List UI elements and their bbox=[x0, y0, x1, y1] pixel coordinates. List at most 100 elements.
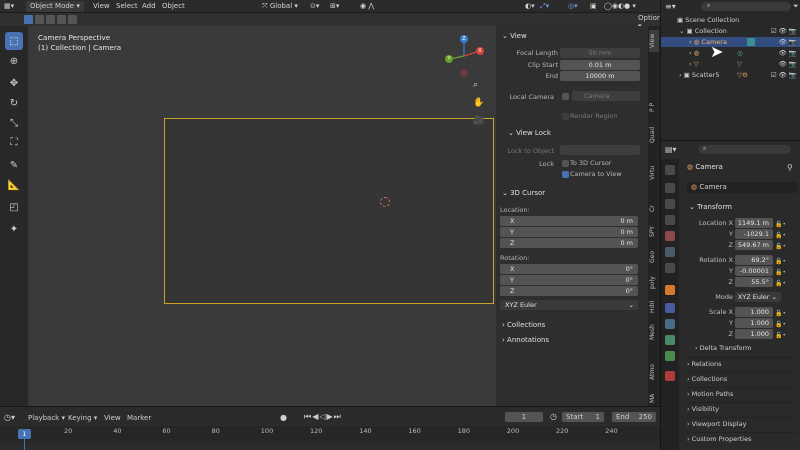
scene-tab-icon[interactable] bbox=[665, 231, 675, 241]
rotation-mode-dropdown[interactable]: XYZ Euler ⌄ bbox=[735, 292, 781, 302]
snap-icon[interactable]: ⊞▾ bbox=[330, 2, 339, 10]
object-name-field[interactable]: ◍ Camera bbox=[687, 182, 797, 193]
tab-poly[interactable]: poly bbox=[649, 274, 659, 292]
gizmo-toggle-icon[interactable]: ⤢▾ bbox=[540, 2, 549, 11]
navigation-gizmo[interactable]: Z X Y bbox=[442, 33, 488, 79]
move-tool-icon[interactable]: ✥ bbox=[5, 74, 23, 92]
tab-hdri[interactable]: Hdri bbox=[649, 298, 659, 316]
tab-atmo[interactable]: Atmo bbox=[649, 362, 659, 382]
collections-section-header[interactable]: › Collections bbox=[502, 321, 545, 329]
scale-tool-icon[interactable]: ⤡ bbox=[5, 114, 23, 132]
view-section-header[interactable]: ⌄ View bbox=[502, 32, 527, 40]
clip-end-field[interactable]: 10000 m bbox=[560, 71, 640, 81]
select-box-tool-icon[interactable]: ⬚ bbox=[5, 32, 23, 50]
mesh-data-icon[interactable]: ▽ bbox=[737, 59, 742, 69]
scale-x-field[interactable]: 1.000 bbox=[735, 307, 773, 317]
visibility-icon[interactable]: ◐▾ bbox=[525, 2, 535, 10]
menu-playback[interactable]: Playback ▾ bbox=[28, 414, 65, 422]
physics-tab-icon[interactable] bbox=[665, 319, 675, 329]
pin-icon[interactable]: ⚲ bbox=[787, 163, 793, 172]
outliner-camera[interactable]: › ◍ Camera 👁 📷 bbox=[661, 37, 800, 47]
shading-modes-icon[interactable]: ◯◉◐● ▾ bbox=[604, 2, 636, 10]
playhead[interactable]: 1 bbox=[18, 429, 31, 439]
measure-tool-icon[interactable]: 📐 bbox=[5, 176, 23, 194]
outliner-search-input[interactable]: ⌕ bbox=[701, 2, 791, 11]
cursor-location-z-field[interactable]: Z 0 m bbox=[500, 238, 638, 248]
rotation-lock-keyframe-icons[interactable]: 🔓• 🔓• 🔓• bbox=[775, 256, 786, 289]
visibility-section[interactable]: › Visibility bbox=[687, 402, 797, 415]
tab-cr[interactable]: Cr bbox=[649, 202, 659, 216]
location-y-field[interactable]: -1029.1 bbox=[735, 229, 773, 239]
timeline-editor-icon[interactable]: ◷▾ bbox=[4, 413, 15, 422]
menu-marker[interactable]: Marker bbox=[127, 414, 151, 422]
outliner-object-3[interactable]: › ▽ ▽ 👁 📷 bbox=[661, 59, 800, 69]
playback-controls-icon[interactable]: ⏮◀◁▶⏭ bbox=[304, 412, 342, 422]
tab-ma[interactable]: MA bbox=[649, 392, 659, 404]
editor-type-icon[interactable]: ▦▾ bbox=[4, 2, 14, 10]
gizmo-x-icon[interactable]: X bbox=[476, 47, 484, 55]
annotations-section-header[interactable]: › Annotations bbox=[502, 336, 549, 344]
to-3d-cursor-checkbox[interactable] bbox=[562, 160, 569, 167]
scale-y-field[interactable]: 1.000 bbox=[735, 318, 773, 328]
location-z-field[interactable]: 549.67 m bbox=[735, 240, 773, 250]
object-tab-icon[interactable] bbox=[665, 285, 675, 295]
rotation-x-field[interactable]: 69.2° bbox=[735, 255, 773, 265]
clock-icon[interactable]: ◷ bbox=[550, 412, 557, 421]
end-frame-field[interactable]: End 250 bbox=[612, 412, 656, 422]
tab-geo[interactable]: Geo bbox=[649, 248, 659, 266]
cursor-rotation-z-field[interactable]: Z 0° bbox=[500, 286, 638, 296]
constraints-tab-icon[interactable] bbox=[665, 335, 675, 345]
tab-virtu[interactable]: Virtu bbox=[649, 162, 659, 184]
orientation-dropdown[interactable]: ⤧ Global ▾ bbox=[262, 2, 298, 11]
xray-icon[interactable]: ▣ bbox=[590, 2, 597, 10]
rotate-tool-icon[interactable]: ↻ bbox=[5, 94, 23, 112]
collections-section[interactable]: › Collections bbox=[687, 372, 797, 385]
object-data-tab-icon[interactable] bbox=[665, 351, 675, 361]
3d-viewport[interactable] bbox=[28, 26, 496, 406]
3d-cursor-section-header[interactable]: ⌄ 3D Cursor bbox=[502, 189, 545, 197]
world-tab-icon[interactable] bbox=[665, 247, 675, 257]
local-camera-field[interactable]: Camera bbox=[572, 91, 640, 101]
select-new-icon[interactable] bbox=[24, 15, 33, 24]
tab-view[interactable]: View bbox=[649, 30, 659, 52]
gizmo-y-icon[interactable]: Y bbox=[445, 55, 453, 63]
extra-tool-icon[interactable]: ✦ bbox=[5, 220, 23, 238]
transform-section-header[interactable]: ⌄ Transform bbox=[689, 203, 732, 211]
lock-to-object-field[interactable] bbox=[560, 145, 640, 155]
tab-quad[interactable]: Quad bbox=[649, 124, 659, 146]
outliner-scene-collection[interactable]: ▣ Scene Collection bbox=[661, 15, 800, 25]
menu-view[interactable]: View bbox=[93, 2, 110, 10]
annotate-tool-icon[interactable]: ✎ bbox=[5, 156, 23, 174]
properties-search-input[interactable]: ⌕ bbox=[699, 145, 791, 154]
outliner-scatter[interactable]: › ▣ Scatter5 ▽⚙ ☑ 👁 📷 bbox=[661, 70, 800, 80]
object-2-visibility-icons[interactable]: 👁 📷 bbox=[779, 48, 797, 58]
scatter-visibility-icons[interactable]: ☑ 👁 📷 bbox=[771, 70, 797, 80]
select-extend-icon[interactable] bbox=[35, 15, 44, 24]
select-intersect-icon[interactable] bbox=[68, 15, 77, 24]
render-tab-icon[interactable] bbox=[665, 183, 675, 193]
overlay-toggle-icon[interactable]: ◎▾ bbox=[568, 2, 578, 10]
rotation-y-field[interactable]: -0.00001 bbox=[735, 266, 773, 276]
select-subtract-icon[interactable] bbox=[46, 15, 55, 24]
scale-lock-keyframe-icons[interactable]: 🔓• 🔓• 🔓• bbox=[775, 308, 786, 341]
camera-to-view-checkbox[interactable] bbox=[562, 171, 569, 178]
tool-tab-icon[interactable] bbox=[665, 165, 675, 175]
proportional-edit-icon[interactable]: ◉ ⋀ bbox=[360, 2, 374, 10]
menu-add[interactable]: Add bbox=[142, 2, 156, 10]
menu-object[interactable]: Object bbox=[162, 2, 185, 10]
texture-tab-icon[interactable] bbox=[665, 371, 675, 381]
cursor-location-x-field[interactable]: X 0 m bbox=[500, 216, 638, 226]
gizmo-z-icon[interactable]: Z bbox=[460, 35, 468, 43]
scale-z-field[interactable]: 1.000 bbox=[735, 329, 773, 339]
filter-icon[interactable]: ⏷ bbox=[793, 2, 799, 11]
cursor-rotation-x-field[interactable]: X 0° bbox=[500, 264, 638, 274]
object-3-visibility-icons[interactable]: 👁 📷 bbox=[779, 59, 797, 69]
view-lock-section-header[interactable]: ⌄ View Lock bbox=[508, 129, 551, 137]
cursor-rotation-y-field[interactable]: Y 0° bbox=[500, 275, 638, 285]
menu-keying[interactable]: Keying ▾ bbox=[68, 414, 97, 422]
motion-paths-section[interactable]: › Motion Paths bbox=[687, 387, 797, 400]
output-tab-icon[interactable] bbox=[665, 199, 675, 209]
collection-visibility-icons[interactable]: ☑ 👁 📷 bbox=[771, 26, 797, 36]
focal-length-field[interactable]: 50 mm bbox=[560, 48, 640, 58]
view-layer-tab-icon[interactable] bbox=[665, 215, 675, 225]
